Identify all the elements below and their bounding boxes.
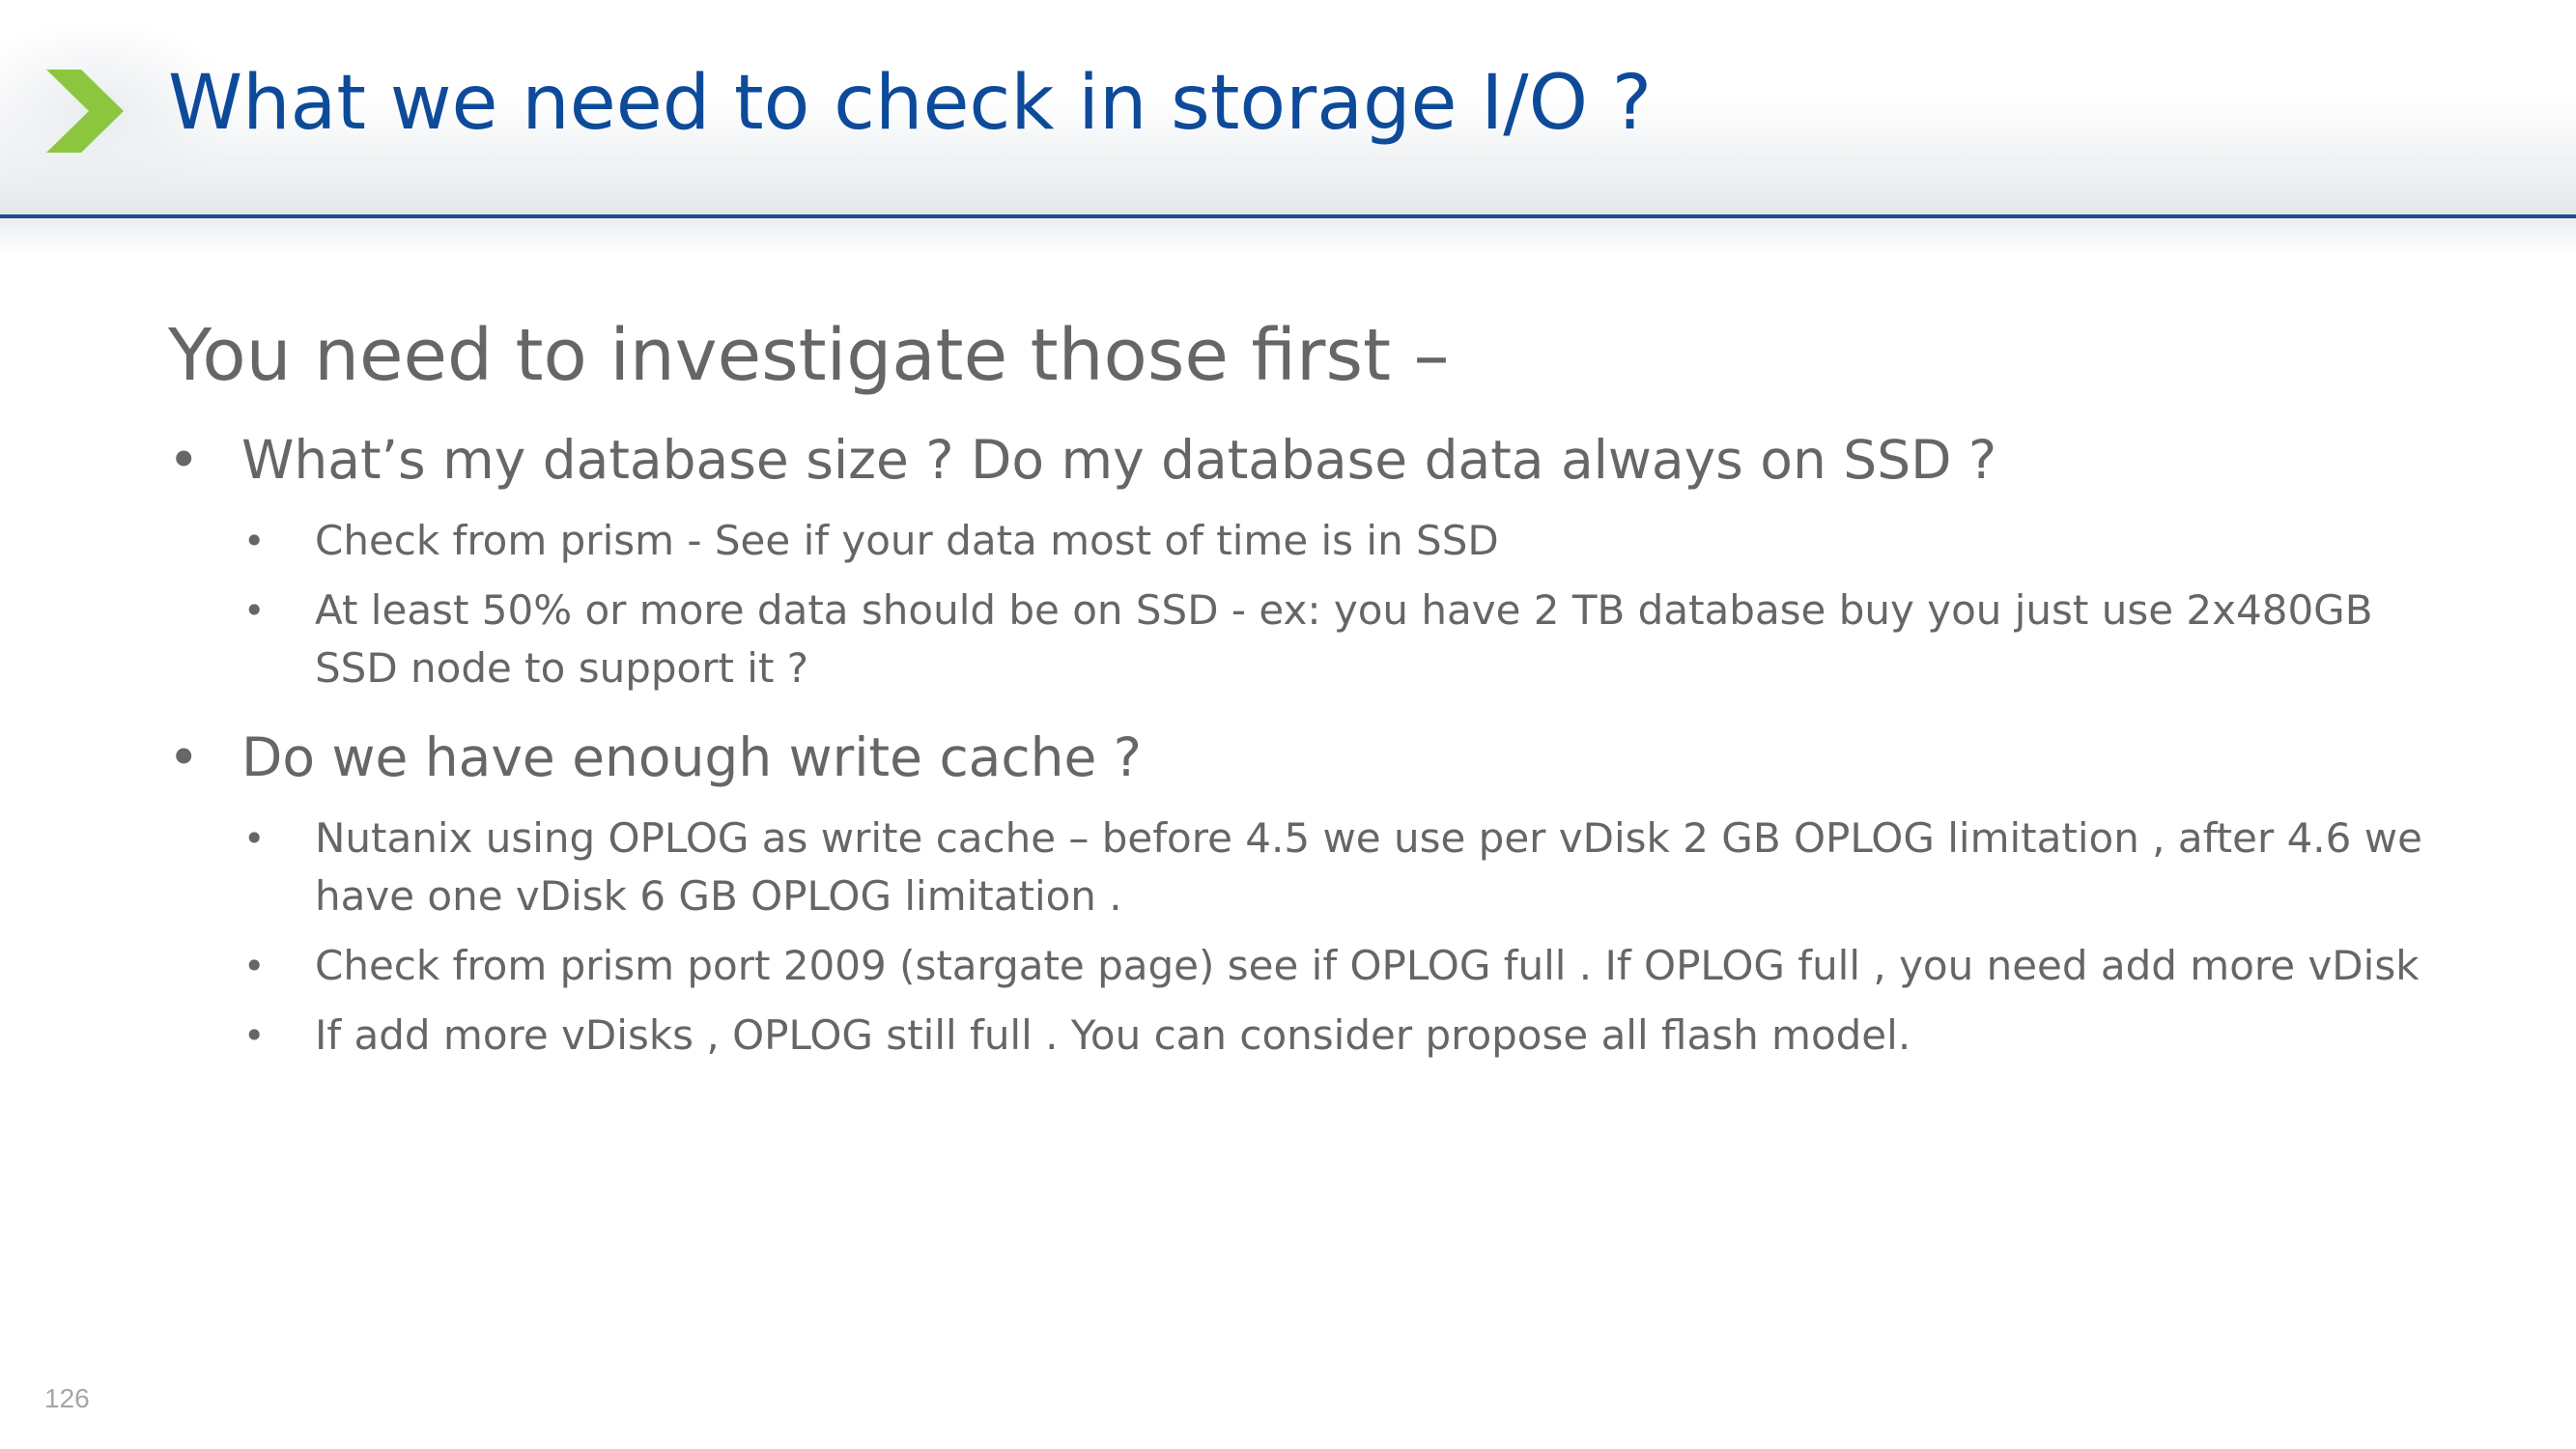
bullet-text: Check from prism - See if your data most… — [315, 517, 1499, 564]
bullet-icon: • — [243, 1014, 266, 1057]
bullet-level2: • Check from prism - See if your data mo… — [168, 512, 2467, 570]
slide-body: You need to investigate those first – • … — [168, 307, 2467, 1076]
bullet-icon: • — [243, 945, 266, 987]
bullet-icon: • — [168, 726, 200, 788]
bullet-level1: • What’s my database size ? Do my databa… — [168, 421, 2467, 498]
header-shadow — [0, 218, 2576, 257]
bullet-icon: • — [243, 817, 266, 860]
bullet-icon: • — [168, 429, 200, 491]
bullet-text: If add more vDisks , OPLOG still full . … — [315, 1011, 1911, 1059]
lead-text: You need to investigate those first – — [168, 314, 1450, 397]
bullet-text: At least 50% or more data should be on S… — [315, 586, 2373, 692]
chevron-right-icon — [46, 70, 124, 153]
bullet-level1: • Do we have enough write cache ? — [168, 719, 2467, 796]
bullet-level2: • At least 50% or more data should be on… — [168, 582, 2467, 697]
bullet-text: What’s my database size ? Do my database… — [241, 429, 1997, 491]
bullet-level2: • Nutanix using OPLOG as write cache – b… — [168, 810, 2467, 925]
bullet-icon: • — [243, 520, 266, 562]
slide-title: What we need to check in storage I/O ? — [168, 60, 1653, 147]
page-number: 126 — [44, 1383, 90, 1413]
bullet-icon: • — [243, 589, 266, 632]
bullet-level2: • If add more vDisks , OPLOG still full … — [168, 1007, 2467, 1065]
slide: What we need to check in storage I/O ? Y… — [0, 0, 2576, 1449]
bullet-text: Nutanix using OPLOG as write cache – bef… — [315, 814, 2422, 920]
bullet-level2: • Check from prism port 2009 (stargate p… — [168, 937, 2467, 995]
bullet-text: Check from prism port 2009 (stargate pag… — [315, 942, 2420, 989]
bullet-text: Do we have enough write cache ? — [241, 726, 1142, 788]
